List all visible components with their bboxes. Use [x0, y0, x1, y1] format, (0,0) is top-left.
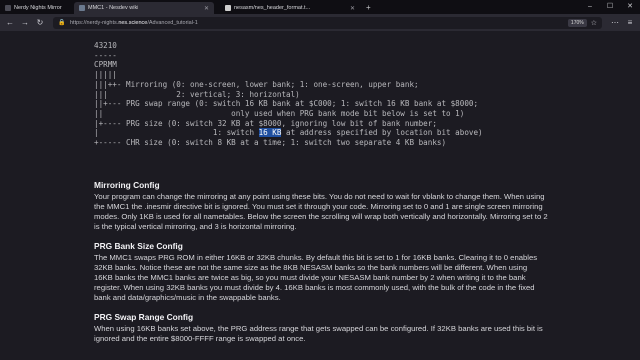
tab-title: MMC1 - Nesdev wiki	[88, 5, 139, 11]
close-window-icon[interactable]: ✕	[620, 0, 640, 14]
code-line: 43210	[94, 41, 117, 50]
code-line: |||++- Mirroring (0: one-screen, lower b…	[94, 79, 419, 89]
code-line-before-highlight: | 1: switch	[94, 128, 259, 138]
url-text: https://nerdy-nights.nes.science/Advance…	[70, 19, 198, 26]
bookmark-star-icon[interactable]: ☆	[591, 19, 597, 27]
new-tab-button[interactable]: +	[360, 2, 377, 14]
forward-icon[interactable]: →	[19, 17, 31, 29]
minimize-icon[interactable]: –	[580, 0, 600, 14]
article-body: Mirroring Config Your program can change…	[94, 180, 548, 353]
page-content: 43210 ----- CPRMM ||||| |||++- Mirroring…	[0, 31, 640, 360]
section-text-prg-bank-size: The MMC1 swaps PRG ROM in either 16KB or…	[94, 253, 538, 302]
address-bar[interactable]: 🔒 https://nerdy-nights.nes.science/Advan…	[53, 16, 602, 29]
close-tab-icon[interactable]: ✕	[204, 5, 209, 12]
code-line: || only used when PRG bank mode bit belo…	[94, 108, 465, 118]
tab-nesasm-header[interactable]: nesasm/nes_header_format.t... ✕	[220, 2, 360, 14]
menu-icon[interactable]: ≡	[624, 17, 636, 29]
section-heading-mirroring: Mirroring Config	[94, 180, 160, 190]
code-line: -----	[94, 50, 117, 60]
lock-icon: 🔒	[58, 19, 66, 26]
reload-icon[interactable]: ↻	[34, 17, 46, 29]
back-icon[interactable]: ←	[4, 17, 16, 29]
navigation-bar: ← → ↻ 🔒 https://nerdy-nights.nes.science…	[0, 14, 640, 31]
close-tab-icon[interactable]: ✕	[350, 5, 355, 12]
tab-title: Nerdy Nights Mirror	[14, 5, 62, 11]
tab-strip: Nerdy Nights Mirror MMC1 - Nesdev wiki ✕…	[0, 0, 640, 14]
tab-favicon-icon	[79, 5, 85, 11]
code-line-after-highlight: at address specified by location bit abo…	[281, 128, 483, 138]
text-selection-highlight[interactable]: 16 KB	[258, 128, 282, 138]
section-text-mirroring: Your program can change the mirroring at…	[94, 192, 548, 231]
tab-mmc1-wiki[interactable]: MMC1 - Nesdev wiki ✕	[74, 2, 214, 14]
maximize-icon[interactable]: ☐	[600, 0, 620, 14]
code-line: ||| 2: vertical; 3: horizontal)	[94, 89, 300, 99]
tab-title: nesasm/nes_header_format.t...	[234, 5, 311, 11]
section-text-prg-swap-range: When using 16KB banks set above, the PRG…	[94, 324, 543, 343]
code-line: +----- CHR size (0: switch 8 KB at a tim…	[94, 138, 447, 148]
section-heading-prg-swap-range: PRG Swap Range Config	[94, 312, 194, 322]
section-heading-prg-bank-size: PRG Bank Size Config	[94, 241, 183, 251]
extensions-icon[interactable]: ⋯	[609, 17, 621, 29]
code-line: ||+--- PRG swap range (0: switch 16 KB b…	[94, 99, 479, 109]
code-line: |||||	[94, 70, 117, 80]
tab-favicon-icon	[5, 5, 11, 11]
window-controls: – ☐ ✕	[580, 0, 640, 14]
tab-favicon-icon	[225, 5, 231, 11]
zoom-level-badge[interactable]: 170%	[567, 18, 587, 27]
code-line: |+---- PRG size (0: switch 32 KB at $800…	[94, 118, 437, 128]
tab-nerdy-nights[interactable]: Nerdy Nights Mirror	[0, 2, 68, 14]
code-line: CPRMM	[94, 60, 117, 70]
